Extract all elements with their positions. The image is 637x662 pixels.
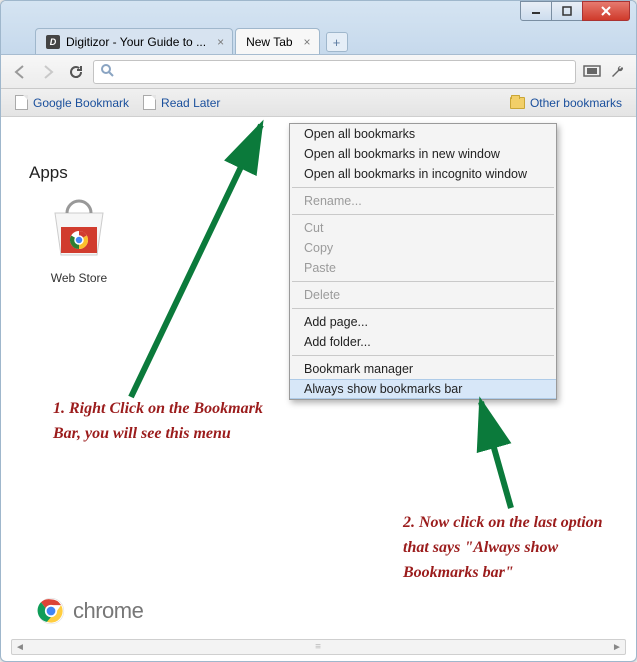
favicon-icon: D	[46, 35, 60, 49]
tab-digitizor[interactable]: D Digitizor - Your Guide to ... ×	[35, 28, 233, 54]
tab-close-icon[interactable]: ×	[217, 35, 224, 49]
menu-separator	[292, 187, 554, 188]
menu-separator	[292, 214, 554, 215]
chrome-icon	[37, 597, 65, 625]
wrench-icon[interactable]	[608, 64, 628, 80]
menu-separator	[292, 281, 554, 282]
menu-rename: Rename...	[290, 191, 556, 211]
chrome-logo: chrome	[37, 597, 143, 625]
window-controls	[521, 1, 630, 21]
tab-strip: D Digitizor - Your Guide to ... × New Ta…	[35, 24, 348, 54]
bookmark-google-bookmark[interactable]: Google Bookmark	[15, 95, 129, 110]
menu-copy: Copy	[290, 238, 556, 258]
menu-bookmark-manager[interactable]: Bookmark manager	[290, 359, 556, 379]
toolbar	[1, 55, 636, 89]
tab-title: Digitizor - Your Guide to ...	[66, 35, 206, 49]
menu-add-folder[interactable]: Add folder...	[290, 332, 556, 352]
bookmarks-bar[interactable]: Google Bookmark Read Later Other bookmar…	[1, 89, 636, 117]
bookmark-label: Read Later	[161, 96, 220, 110]
menu-add-page[interactable]: Add page...	[290, 312, 556, 332]
menu-separator	[292, 308, 554, 309]
tab-new-tab[interactable]: New Tab ×	[235, 28, 319, 54]
forward-button[interactable]	[37, 61, 59, 83]
app-web-store[interactable]: Web Store	[29, 197, 129, 285]
menu-open-all-new-window[interactable]: Open all bookmarks in new window	[290, 144, 556, 164]
omnibox[interactable]	[93, 60, 576, 84]
bookmark-label: Other bookmarks	[530, 96, 622, 110]
back-button[interactable]	[9, 61, 31, 83]
scroll-right-button[interactable]: ►	[609, 640, 625, 654]
annotation-1: 1. Right Click on the Bookmark Bar, you …	[53, 397, 293, 447]
web-store-icon	[47, 197, 111, 261]
window-titlebar: D Digitizor - Your Guide to ... × New Ta…	[1, 1, 636, 55]
horizontal-scrollbar[interactable]: ◄ ≡ ►	[11, 639, 626, 655]
menu-paste: Paste	[290, 258, 556, 278]
menu-open-all-incognito[interactable]: Open all bookmarks in incognito window	[290, 164, 556, 184]
reload-button[interactable]	[65, 61, 87, 83]
page-icon	[15, 95, 28, 110]
minimize-button[interactable]	[520, 1, 552, 21]
bookmark-label: Google Bookmark	[33, 96, 129, 110]
maximize-button[interactable]	[551, 1, 583, 21]
search-icon	[100, 63, 114, 80]
omnibox-input[interactable]	[120, 64, 569, 79]
tab-title: New Tab	[246, 35, 292, 49]
new-tab-button[interactable]: +	[326, 32, 348, 52]
bookmark-read-later[interactable]: Read Later	[143, 95, 220, 110]
annotation-2: 2. Now click on the last option that say…	[403, 511, 623, 585]
menu-always-show-bookmarks-bar[interactable]: Always show bookmarks bar	[290, 379, 556, 399]
other-bookmarks[interactable]: Other bookmarks	[510, 96, 622, 110]
menu-delete: Delete	[290, 285, 556, 305]
menu-open-all[interactable]: Open all bookmarks	[290, 124, 556, 144]
present-icon[interactable]	[582, 65, 602, 79]
bookmarks-context-menu: Open all bookmarks Open all bookmarks in…	[289, 123, 557, 400]
close-button[interactable]	[582, 1, 630, 21]
app-label: Web Store	[29, 271, 129, 285]
scroll-track[interactable]: ≡	[28, 640, 609, 654]
tab-close-icon[interactable]: ×	[304, 35, 311, 49]
menu-cut: Cut	[290, 218, 556, 238]
folder-icon	[510, 97, 525, 109]
menu-separator	[292, 355, 554, 356]
scroll-left-button[interactable]: ◄	[12, 640, 28, 654]
browser-window: D Digitizor - Your Guide to ... × New Ta…	[0, 0, 637, 662]
page-icon	[143, 95, 156, 110]
chrome-logo-text: chrome	[73, 598, 143, 624]
